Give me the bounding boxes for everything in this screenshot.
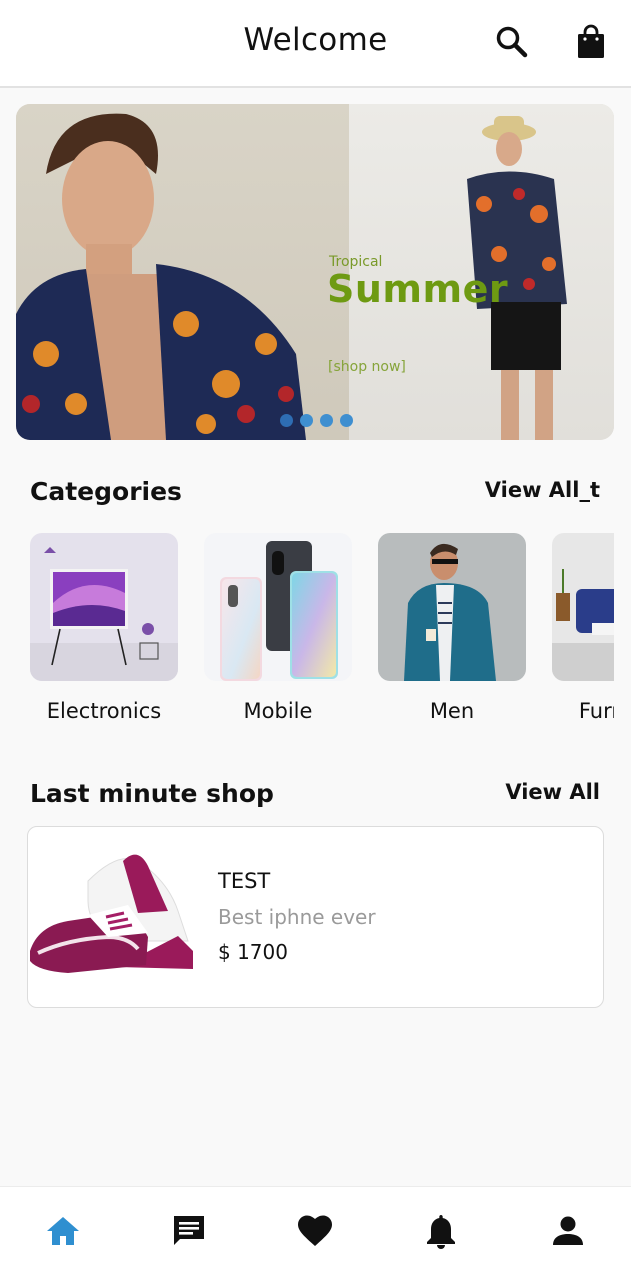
search-icon[interactable] xyxy=(494,22,530,62)
promo-banner[interactable]: Tropical Summer [shop now] xyxy=(16,104,614,440)
banner-shop-now-link[interactable]: [shop now] xyxy=(328,359,406,375)
carousel-dot[interactable] xyxy=(320,414,333,427)
category-label: Mobile xyxy=(243,699,313,723)
page-title: Welcome xyxy=(243,22,388,58)
bell-icon[interactable] xyxy=(423,1213,459,1249)
last-minute-title: Last minute shop xyxy=(30,779,274,808)
category-image xyxy=(378,533,526,681)
categories-view-all-link[interactable]: View All_t xyxy=(485,478,600,502)
carousel-dot[interactable] xyxy=(300,414,313,427)
category-item-furniture[interactable]: Furniture xyxy=(552,533,614,723)
banner-headline: Summer xyxy=(327,267,509,311)
category-item-men[interactable]: Men xyxy=(378,533,526,723)
shopping-bag-icon[interactable] xyxy=(573,22,609,62)
carousel-dot[interactable] xyxy=(340,414,353,427)
category-label: Men xyxy=(429,699,475,723)
chat-icon[interactable] xyxy=(171,1213,207,1249)
categories-title: Categories xyxy=(30,477,182,506)
carousel-dot[interactable] xyxy=(280,414,293,427)
category-image xyxy=(552,533,614,681)
category-image xyxy=(30,533,178,681)
product-card[interactable]: TEST Best iphne ever $ 1700 xyxy=(27,826,604,1008)
category-item-mobile[interactable]: Mobile xyxy=(204,533,352,723)
person-icon[interactable] xyxy=(550,1213,586,1249)
banner-photo-left xyxy=(16,104,349,440)
product-description: Best iphne ever xyxy=(218,905,376,929)
app-bar: Welcome xyxy=(0,0,631,88)
category-item-electronics[interactable]: Electronics xyxy=(30,533,178,723)
category-label: Furniture xyxy=(578,699,614,723)
product-name: TEST xyxy=(218,869,271,893)
category-image xyxy=(204,533,352,681)
home-icon[interactable] xyxy=(45,1213,81,1249)
product-image xyxy=(28,841,198,991)
heart-icon[interactable] xyxy=(297,1213,333,1249)
carousel-indicator[interactable] xyxy=(280,414,353,427)
category-label: Electronics xyxy=(46,699,162,723)
bottom-nav xyxy=(0,1186,631,1280)
last-minute-view-all-link[interactable]: View All xyxy=(505,780,600,804)
product-price: $ 1700 xyxy=(218,940,288,964)
category-list: Electronics Mobile Men Fur xyxy=(30,533,614,733)
